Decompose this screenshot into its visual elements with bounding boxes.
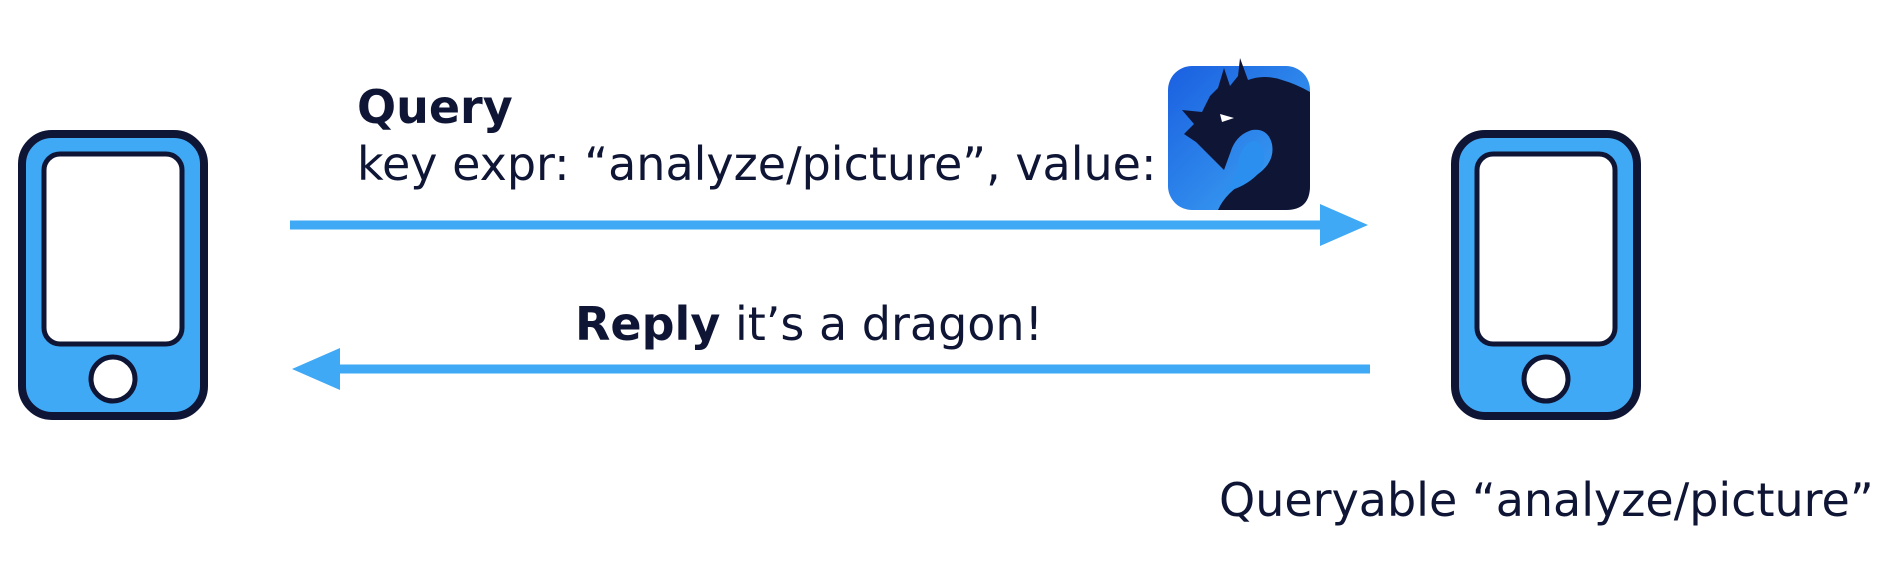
query-title: Query bbox=[357, 80, 513, 134]
reply-text: it’s a dragon! bbox=[734, 297, 1044, 351]
queryable-phone-icon bbox=[1451, 130, 1641, 420]
queryable-caption: Queryable “analyze/picture” bbox=[1219, 473, 1874, 527]
reply-arrow bbox=[292, 348, 1370, 390]
query-arrow bbox=[290, 204, 1368, 246]
client-phone-icon bbox=[18, 130, 208, 420]
query-detail: key expr: “analyze/picture”, value: bbox=[357, 137, 1157, 191]
dragon-logo-icon bbox=[1168, 58, 1310, 210]
reply-title: Reply bbox=[575, 297, 721, 351]
reply-line: Reply it’s a dragon! bbox=[575, 301, 1043, 347]
